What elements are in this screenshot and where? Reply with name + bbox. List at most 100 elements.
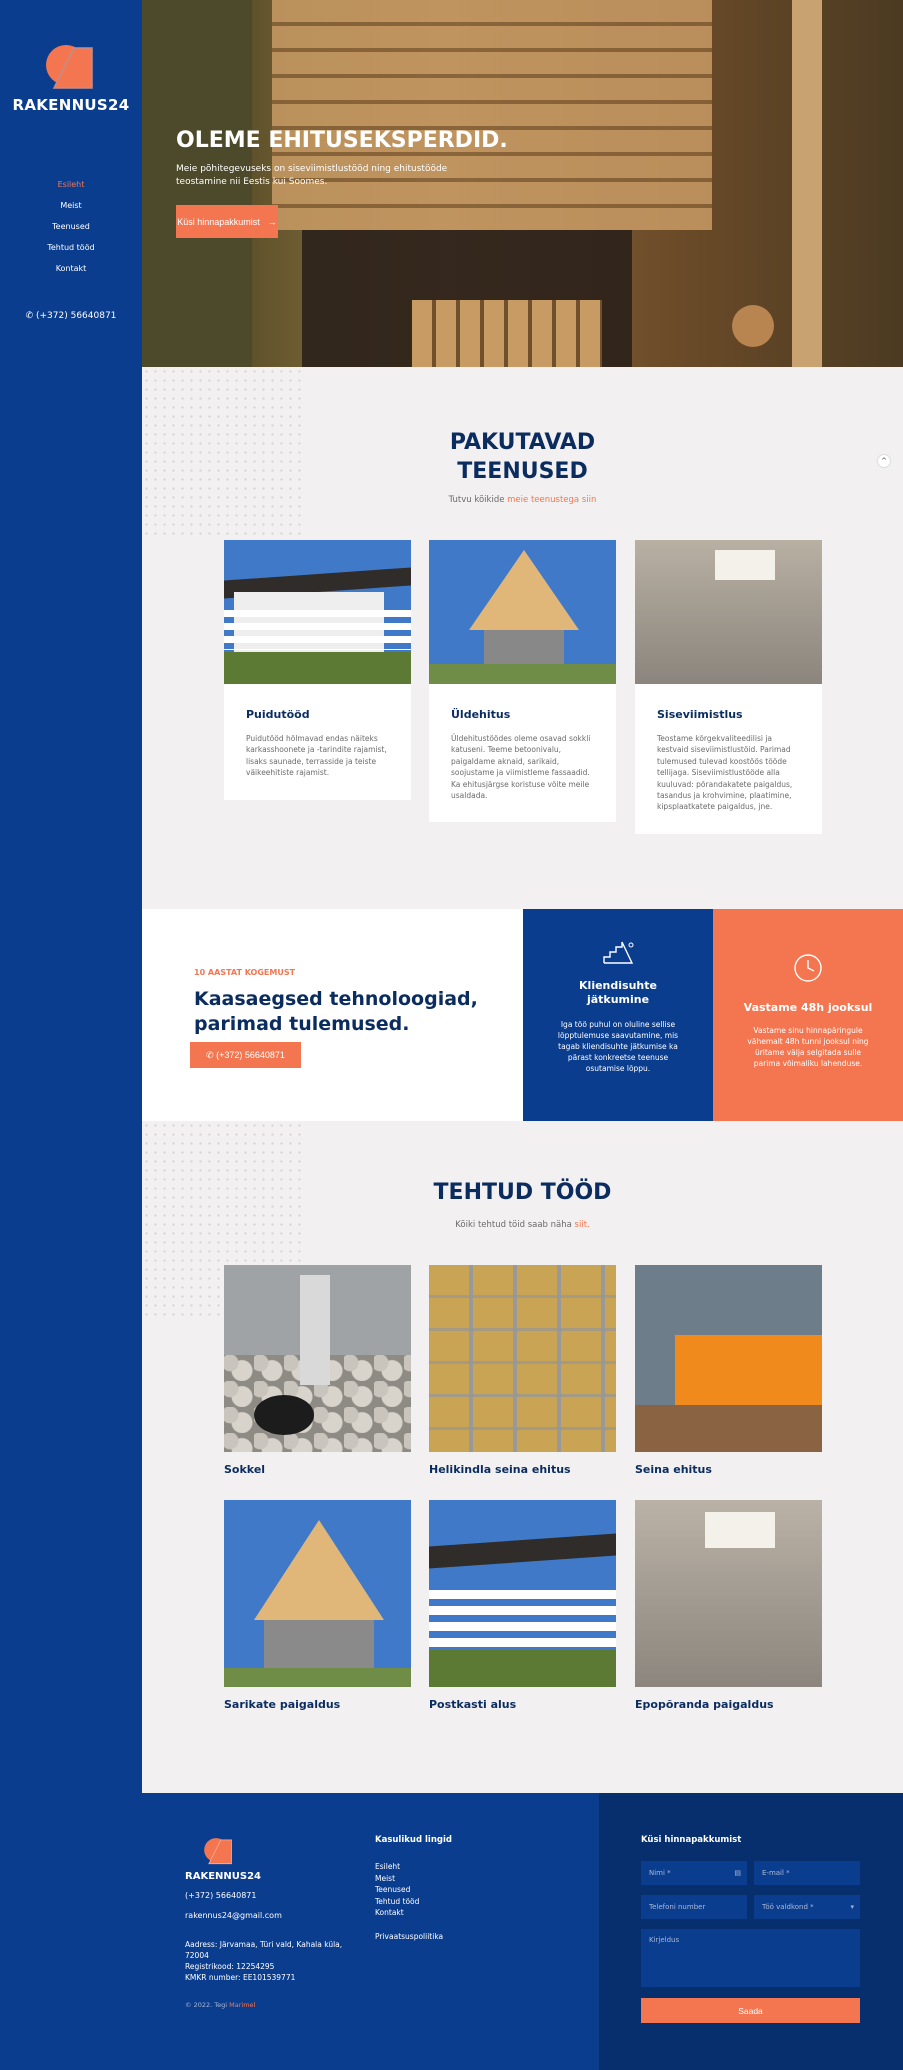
services-subtitle-text: Tutvu kõikide <box>448 495 505 505</box>
footer-brand: RAKENNUS24 <box>185 1871 261 1882</box>
experience-eyebrow: 10 AASTAT KOGEMUST <box>194 968 296 977</box>
hero-button-label: Küsi hinnapakkumist <box>177 216 260 227</box>
contact-card-icon: ▤ <box>734 1869 741 1877</box>
hero-image-sauna <box>272 0 712 230</box>
work-caption: Epopõranda paigaldus <box>635 1698 774 1711</box>
work-item[interactable]: Helikindla seina ehitus <box>429 1265 616 1476</box>
work-image <box>224 1265 411 1452</box>
footer-link[interactable]: Teenused <box>375 1884 443 1896</box>
sidebar: RAKENNUS24 Esileht Meist Teenused Tehtud… <box>0 0 142 2070</box>
hero-quote-button[interactable]: Küsi hinnapakkumist → <box>176 205 278 238</box>
clock-icon <box>793 953 823 983</box>
phone-icon: ✆ <box>206 1049 214 1060</box>
phone-field[interactable]: Telefoni number <box>641 1895 747 1919</box>
feature-card-kliendisuhe: Kliendisuhte jätkumine Iga töö puhul on … <box>523 909 713 1121</box>
works-subtitle: Kõiki tehtud töid saab näha siit. <box>142 1220 903 1230</box>
services-title-line2: TEENUSED <box>457 459 588 484</box>
footer-logo-icon <box>203 1835 235 1865</box>
scroll-top-button[interactable]: ^ <box>877 454 891 468</box>
email-placeholder: E-mail * <box>762 1869 790 1877</box>
logo-mark-icon <box>44 40 98 90</box>
works-title: TEHTUD TÖÖD <box>433 1180 612 1205</box>
footer-privacy-link[interactable]: Privaatsuspoliitika <box>375 1931 443 1943</box>
footer-regcode: Registrikood: 12254295 <box>185 1962 275 1971</box>
footer-copyright: © 2022. Tegi Marimel <box>185 2001 255 2009</box>
work-item[interactable]: Postkasti alus <box>429 1500 616 1711</box>
works-subtitle-text: Kõiki tehtud töid saab näha <box>455 1220 572 1230</box>
footer: RAKENNUS24 (+372) 56640871 rakennus24@gm… <box>142 1793 599 2070</box>
feature-title: Kliendisuhte jätkumine <box>579 979 657 1006</box>
service-text: Teostame kõrgekvaliteedilisi ja kestvaid… <box>657 734 793 812</box>
footer-link[interactable]: Kontakt <box>375 1907 443 1919</box>
service-image-puidutood <box>224 540 411 684</box>
work-item[interactable]: Sarikate paigaldus <box>224 1500 411 1711</box>
service-title: Siseviimistlus <box>657 708 743 721</box>
experience-heading-line1: Kaasaegsed tehnoloogiad, <box>194 988 478 1010</box>
nav-item-teenused[interactable]: Teenused <box>0 216 142 237</box>
footer-kmkr: KMKR number: EE101539771 <box>185 1973 296 1982</box>
copyright-link[interactable]: Marimel <box>229 2001 255 2009</box>
footer-links-title: Kasulikud lingid <box>375 1835 452 1845</box>
hero-title: OLEME EHITUSEKSPERDID. <box>176 128 508 153</box>
email-field[interactable]: E-mail * <box>754 1861 860 1885</box>
footer-links: Esileht Meist Teenused Tehtud tööd Konta… <box>375 1861 443 1942</box>
nav-item-meist[interactable]: Meist <box>0 195 142 216</box>
footer-link[interactable]: Meist <box>375 1873 443 1885</box>
quote-form-title: Küsi hinnapakkumist <box>641 1835 742 1845</box>
service-title: Üldehitus <box>451 708 511 721</box>
name-field[interactable]: Nimi * ▤ <box>641 1861 747 1885</box>
nav-item-tehtud-tood[interactable]: Tehtud tööd <box>0 237 142 258</box>
service-card-puidutood[interactable]: Puidutööd Puidutööd hõlmavad endas näite… <box>224 540 411 800</box>
nav-item-esileht[interactable]: Esileht <box>0 174 142 195</box>
submit-button[interactable]: Saada <box>641 1998 860 2023</box>
sidebar-phone[interactable]: ✆ (+372) 56640871 <box>0 311 142 321</box>
footer-address: Aadress: Järvamaa, Türi vald, Kahala kül… <box>185 1940 343 1960</box>
work-image <box>224 1500 411 1687</box>
work-image <box>635 1500 822 1687</box>
work-caption: Helikindla seina ehitus <box>429 1463 571 1476</box>
experience-phone-number: (+372) 56640871 <box>216 1049 285 1060</box>
work-image <box>429 1265 616 1452</box>
nav-item-kontakt[interactable]: Kontakt <box>0 258 142 279</box>
description-field[interactable]: Kirjeldus <box>641 1929 860 1987</box>
footer-link[interactable]: Tehtud tööd <box>375 1896 443 1908</box>
work-item[interactable]: Sokkel <box>224 1265 411 1476</box>
works-link[interactable]: siit. <box>575 1220 590 1230</box>
hero: OLEME EHITUSEKSPERDID. Meie põhitegevuse… <box>142 0 903 367</box>
page: RAKENNUS24 Esileht Meist Teenused Tehtud… <box>0 0 903 2070</box>
work-field-placeholder: Töö valdkond * <box>762 1903 814 1911</box>
footer-link[interactable]: Esileht <box>375 1861 443 1873</box>
phone-icon: ✆ <box>25 311 34 321</box>
services-link[interactable]: meie teenustega siin <box>507 495 596 505</box>
service-image-uldehitus <box>429 540 616 684</box>
logo-name: RAKENNUS24 <box>12 96 130 114</box>
service-card-uldehitus[interactable]: Üldehitus Üldehitustöödes oleme osavad s… <box>429 540 616 822</box>
hero-text: Meie põhitegevuseks on siseviimistlustöö… <box>176 164 448 187</box>
service-text: Puidutööd hõlmavad endas näiteks karkass… <box>246 734 387 778</box>
work-caption: Sarikate paigaldus <box>224 1698 341 1711</box>
footer-email[interactable]: rakennus24@gmail.com <box>185 1911 282 1920</box>
work-item[interactable]: Seina ehitus <box>635 1265 822 1476</box>
sidebar-phone-number: (+372) 56640871 <box>36 311 117 321</box>
footer-company-info: Aadress: Järvamaa, Türi vald, Kahala kül… <box>185 1939 355 1983</box>
name-placeholder: Nimi * <box>649 1869 671 1877</box>
logo[interactable]: RAKENNUS24 <box>0 40 142 114</box>
work-image <box>635 1265 822 1452</box>
footer-phone[interactable]: (+372) 56640871 <box>185 1891 256 1900</box>
quote-form: Küsi hinnapakkumist Nimi * ▤ E-mail * Te… <box>599 1793 903 2070</box>
stairs-icon <box>602 941 634 965</box>
chevron-up-icon: ^ <box>881 457 887 465</box>
work-image <box>429 1500 616 1687</box>
phone-placeholder: Telefoni number <box>649 1903 706 1911</box>
work-field-select[interactable]: Töö valdkond * ▾ <box>754 1895 860 1919</box>
service-card-siseviimistlus[interactable]: Siseviimistlus Teostame kõrgekvaliteedil… <box>635 540 822 834</box>
services-title: PAKUTAVAD TEENUSED <box>142 428 903 486</box>
service-text: Üldehitustöödes oleme osavad sokkli katu… <box>451 734 591 801</box>
work-item[interactable]: Epopõranda paigaldus <box>635 1500 822 1711</box>
copyright-text: © 2022. Tegi <box>185 2001 228 2009</box>
description-placeholder: Kirjeldus <box>649 1936 680 1944</box>
feature-title: Vastame 48h jooksul <box>743 1001 873 1014</box>
experience-heading: Kaasaegsed tehnoloogiad, parimad tulemus… <box>194 987 478 1037</box>
experience-phone-button[interactable]: ✆ (+372) 56640871 <box>190 1042 301 1068</box>
work-caption: Sokkel <box>224 1463 266 1476</box>
